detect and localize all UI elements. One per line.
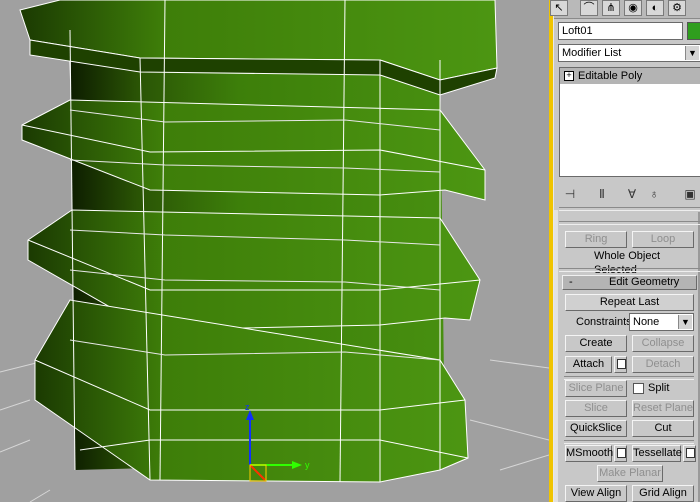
- stack-item-editable-poly[interactable]: + Editable Poly: [560, 68, 700, 84]
- display-icon[interactable]: ◐: [646, 0, 664, 16]
- object-color-swatch[interactable]: [687, 22, 700, 40]
- viewport-canvas[interactable]: z y: [0, 0, 549, 502]
- divider: [564, 440, 694, 444]
- loft-object[interactable]: [19, 0, 498, 483]
- command-panel-tabs: ↖ ⌒ ⋔ ◉ ◐ ⚙: [550, 0, 700, 19]
- stack-item-label: Editable Poly: [578, 70, 643, 82]
- stack-tools: ⊣ Ⅱ ∀ ♁ ▣: [559, 184, 700, 204]
- cut-button[interactable]: Cut: [632, 420, 694, 437]
- tessellate-settings-button[interactable]: [683, 445, 696, 462]
- constraints-value: None: [633, 316, 660, 328]
- repeat-last-button[interactable]: Repeat Last: [565, 294, 694, 311]
- axis-y-label: y: [305, 460, 310, 470]
- divider: [559, 221, 700, 225]
- constraints-label: Constraints:: [576, 316, 635, 328]
- rollout-edit-geometry[interactable]: - Edit Geometry: [562, 275, 697, 290]
- pin-stack-icon[interactable]: ⊣: [561, 185, 579, 203]
- make-planar-button[interactable]: Make Planar: [597, 465, 663, 482]
- grid-align-button[interactable]: Grid Align: [632, 485, 694, 502]
- view-align-button[interactable]: View Align: [565, 485, 627, 502]
- remove-modifier-icon[interactable]: ♁: [645, 185, 663, 203]
- rollout-title: Edit Geometry: [609, 276, 680, 288]
- split-checkbox[interactable]: [633, 383, 644, 394]
- expand-icon[interactable]: +: [564, 71, 574, 82]
- constraints-dropdown[interactable]: None ▼: [629, 313, 694, 331]
- panel-edge: [554, 210, 558, 502]
- motion-icon[interactable]: ◉: [624, 0, 642, 16]
- modify-tab-icon[interactable]: ⌒: [580, 0, 598, 16]
- collapse-button[interactable]: Collapse: [632, 335, 694, 352]
- object-name-field[interactable]: Loft01: [558, 22, 683, 40]
- split-label: Split: [648, 382, 670, 394]
- msmooth-settings-button[interactable]: [614, 445, 627, 462]
- perspective-viewport[interactable]: z y: [0, 0, 549, 502]
- ring-button[interactable]: Ring: [565, 231, 627, 248]
- reset-plane-button[interactable]: Reset Plane: [632, 400, 694, 417]
- select-icon[interactable]: ↖: [550, 0, 568, 16]
- divider: [559, 207, 700, 211]
- modifier-list-dropdown[interactable]: Modifier List ▼: [558, 44, 700, 62]
- attach-settings-button[interactable]: [614, 356, 627, 373]
- slice-button[interactable]: Slice: [565, 400, 627, 417]
- selection-status: Whole Object Selected: [594, 250, 661, 276]
- slice-plane-button[interactable]: Slice Plane: [565, 380, 627, 397]
- rollout-toggle-icon: -: [569, 276, 573, 288]
- divider: [559, 268, 700, 272]
- make-unique-icon[interactable]: ∀: [623, 185, 641, 203]
- attach-button[interactable]: Attach: [565, 356, 612, 373]
- configure-modifier-sets-icon[interactable]: ▣: [681, 185, 699, 203]
- utilities-icon[interactable]: ⚙: [668, 0, 686, 16]
- chevron-down-icon[interactable]: ▼: [685, 46, 699, 60]
- modifier-stack[interactable]: + Editable Poly: [559, 67, 700, 177]
- command-panel: ↖ ⌒ ⋔ ◉ ◐ ⚙ Loft01 Modifier List ▼ + Edit…: [550, 0, 700, 502]
- axis-z-label: z: [245, 402, 250, 412]
- modifier-list-label: Modifier List: [562, 47, 622, 59]
- hierarchy-icon[interactable]: ⋔: [602, 0, 620, 16]
- show-end-result-icon[interactable]: Ⅱ: [593, 185, 611, 203]
- tessellate-button[interactable]: Tessellate: [632, 445, 682, 462]
- quickslice-button[interactable]: QuickSlice: [565, 420, 627, 437]
- loop-button[interactable]: Loop: [632, 231, 694, 248]
- detach-button[interactable]: Detach: [632, 356, 694, 373]
- chevron-down-icon[interactable]: ▼: [678, 315, 692, 329]
- create-button[interactable]: Create: [565, 335, 627, 352]
- msmooth-button[interactable]: MSmooth: [565, 445, 613, 462]
